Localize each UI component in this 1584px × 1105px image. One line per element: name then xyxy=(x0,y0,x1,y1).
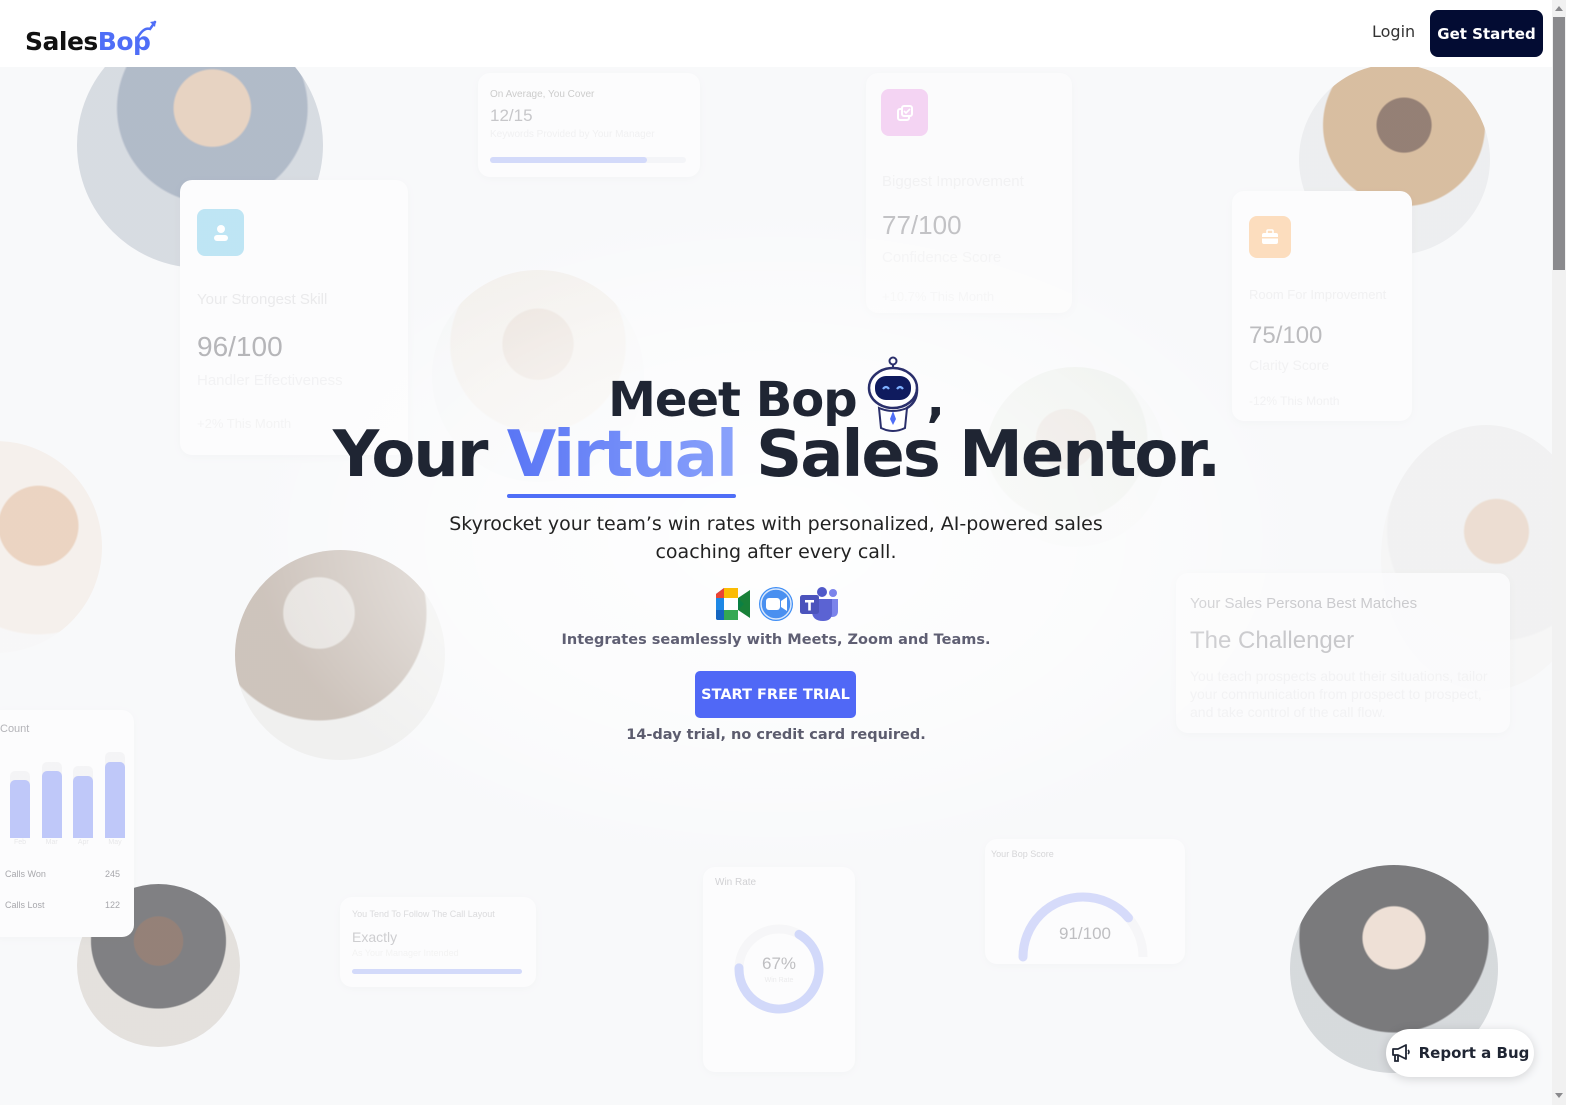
win-rate-title: Win Rate xyxy=(715,877,757,888)
win-rate-value: 67% xyxy=(761,954,797,973)
count-month-label: Apr xyxy=(77,839,89,846)
count-bar xyxy=(41,771,62,838)
hero-heading-your: Your xyxy=(332,418,507,492)
hero-heading-sales-mentor: Sales Mentor. xyxy=(735,418,1221,492)
count-bar xyxy=(73,775,94,838)
call-layout-subtitle: As Your Manager Intended xyxy=(352,948,459,958)
bop-score-title: Your Bop Score xyxy=(991,849,1054,859)
scroll-up-arrow-icon[interactable] xyxy=(1554,3,1564,13)
login-link[interactable]: Login xyxy=(1372,22,1415,41)
bop-score-card: Your Bop Score 91/100 xyxy=(985,839,1185,964)
trial-note: 14-day trial, no credit card required. xyxy=(626,727,926,743)
megaphone-icon xyxy=(1391,1044,1410,1062)
persona-description: You teach prospects about their situatio… xyxy=(1190,668,1488,720)
calls-won-row: Calls Won 245 xyxy=(5,869,120,879)
arrow-up-right-icon xyxy=(137,20,157,39)
bop-score-gauge xyxy=(1018,892,1148,962)
coverage-progress-fill xyxy=(490,157,647,163)
hero-heading-highlight: Virtual xyxy=(506,418,736,498)
get-started-button[interactable]: Get Started xyxy=(1430,10,1543,57)
coverage-card: On Average, You Cover 12/15 Keywords Pro… xyxy=(478,73,700,177)
win-rate-subtitle: Win Rate xyxy=(764,977,794,984)
start-free-trial-button[interactable]: START FREE TRIAL xyxy=(695,671,856,718)
biggest-improvement-card: Biggest Improvement 77/100 Confidence Sc… xyxy=(866,73,1072,313)
room-for-improvement-title: Room For Improvement xyxy=(1249,287,1387,302)
coverage-subtitle: Keywords Provided by Your Manager xyxy=(490,129,655,140)
call-layout-progress-fill xyxy=(352,969,522,974)
calls-won-value: 245 xyxy=(104,869,120,879)
bop-score-value: 91/100 xyxy=(1059,924,1111,943)
coverage-progress-track xyxy=(490,157,686,163)
hero-heading-line2: Your Virtual Sales Mentor. xyxy=(0,418,1552,498)
count-bar xyxy=(10,780,30,838)
checklist-icon xyxy=(881,89,928,136)
call-layout-title: You Tend To Follow The Call Layout xyxy=(352,909,495,919)
window-edge xyxy=(1566,0,1584,1105)
zoom-icon xyxy=(759,587,793,621)
calls-lost-value: 122 xyxy=(104,900,120,910)
top-nav: Sales Bop Login Get Started xyxy=(0,0,1566,67)
call-count-months: Feb Mar Apr May xyxy=(10,839,125,851)
persona-title: Your Sales Persona Best Matches xyxy=(1190,595,1418,612)
count-bar xyxy=(105,761,125,838)
user-icon xyxy=(197,209,244,256)
briefcase-icon xyxy=(1249,216,1291,258)
call-layout-card: You Tend To Follow The Call Layout Exact… xyxy=(340,897,536,987)
room-for-improvement-value: 75/100 xyxy=(1249,322,1323,349)
count-month-label: May xyxy=(108,839,122,846)
biggest-improvement-value: 77/100 xyxy=(882,210,962,240)
highlight-underline xyxy=(506,494,736,498)
coverage-title: On Average, You Cover xyxy=(490,89,595,100)
call-layout-progress-track xyxy=(352,969,522,974)
sales-persona-card: Your Sales Persona Best Matches The Chal… xyxy=(1176,573,1510,733)
scroll-down-arrow-icon[interactable] xyxy=(1554,1090,1564,1100)
google-meet-icon xyxy=(716,588,750,620)
biggest-improvement-change: +10.7% This Month xyxy=(882,289,995,304)
count-month-label: Mar xyxy=(45,839,58,846)
scrollbar-thumb[interactable] xyxy=(1553,17,1565,270)
call-count-bars xyxy=(10,745,125,838)
coverage-value: 12/15 xyxy=(490,106,533,125)
biggest-improvement-title: Biggest Improvement xyxy=(882,173,1024,190)
count-month-label: Feb xyxy=(13,839,27,846)
biggest-improvement-metric: Confidence Score xyxy=(882,249,1002,266)
hero-subtitle: Skyrocket your team’s win rates with per… xyxy=(449,513,1103,563)
calls-lost-row: Calls Lost 122 xyxy=(5,900,120,910)
integrations-text: Integrates seamlessly with Meets, Zoom a… xyxy=(561,632,991,648)
calls-lost-label: Calls Lost xyxy=(5,900,45,910)
salesbop-logo[interactable]: Sales Bop xyxy=(25,12,157,56)
strongest-skill-title: Your Strongest Skill xyxy=(197,291,328,308)
win-rate-card: Win Rate 67% Win Rate xyxy=(703,867,855,1072)
integration-icons xyxy=(714,585,840,623)
report-bug-button[interactable]: Report a Bug xyxy=(1386,1029,1534,1077)
call-count-card: Count Feb Mar Apr May Calls Won 245 Calls L… xyxy=(0,710,134,937)
call-layout-value: Exactly xyxy=(352,929,398,945)
teams-icon xyxy=(800,587,838,621)
report-bug-label: Report a Bug xyxy=(1418,1044,1530,1062)
calls-won-label: Calls Won xyxy=(5,869,46,879)
